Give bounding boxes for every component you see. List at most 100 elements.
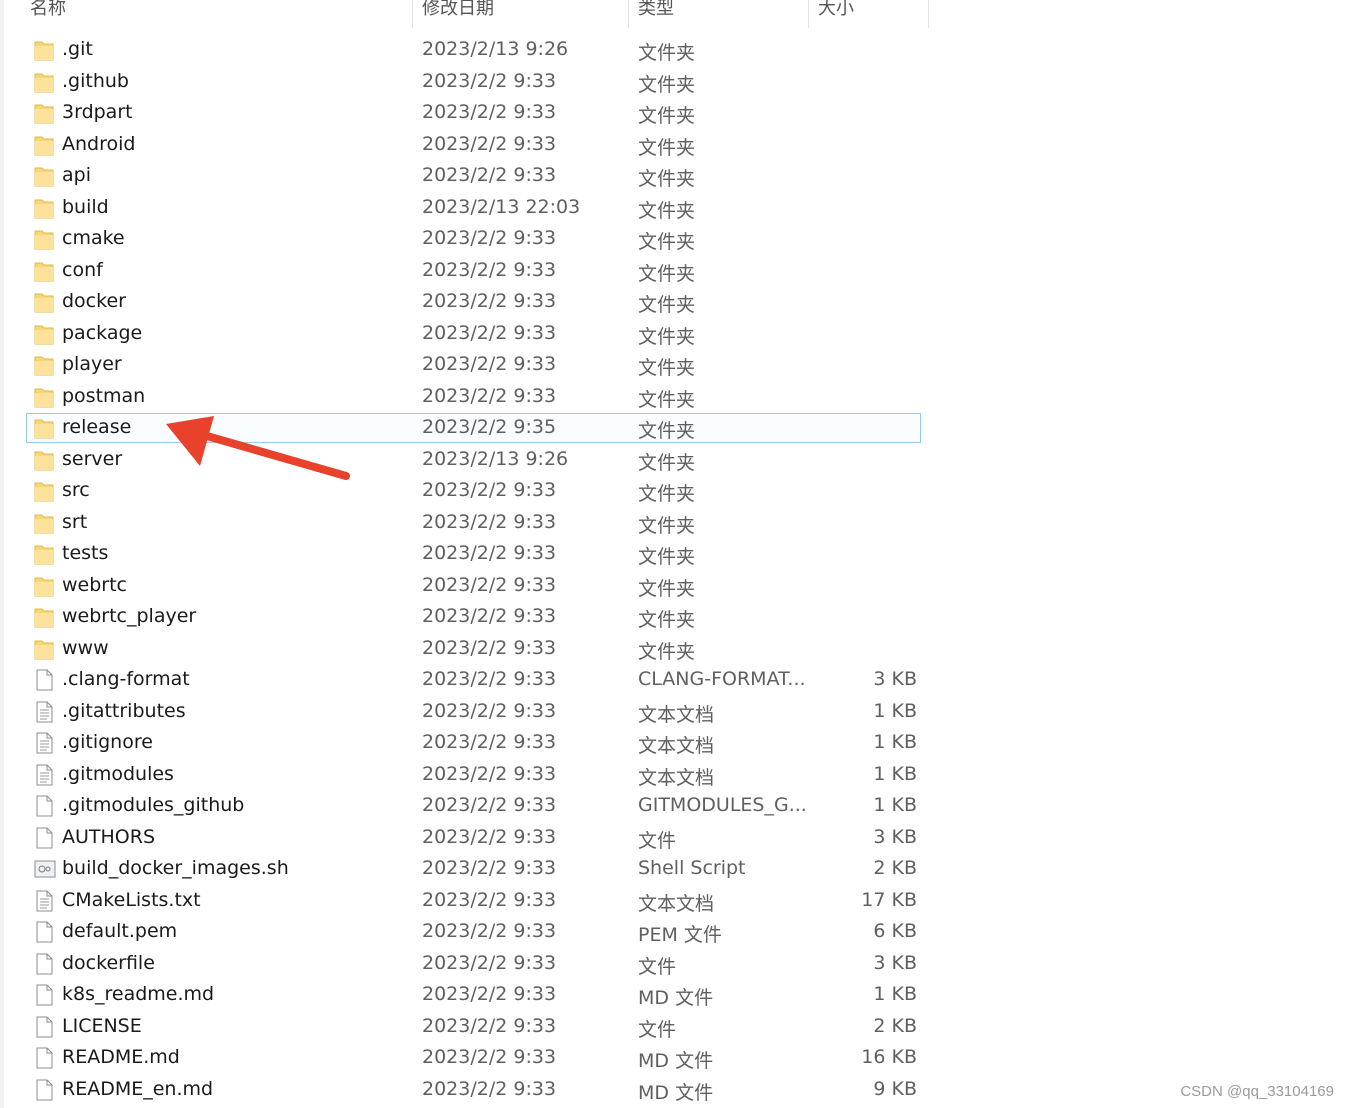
file-row[interactable]: Android 2023/2/2 9:33 文件夹: [0, 130, 1350, 162]
file-modified-date: 2023/2/2 9:33: [422, 132, 557, 155]
file-row[interactable]: cmake 2023/2/2 9:33 文件夹: [0, 224, 1350, 256]
file-row[interactable]: default.pem 2023/2/2 9:33 PEM 文件 6 KB: [0, 917, 1350, 949]
text-file-icon: [34, 764, 54, 786]
folder-icon: [34, 71, 54, 93]
file-row[interactable]: build_docker_images.sh 2023/2/2 9:33 Shell…: [0, 854, 1350, 886]
file-row[interactable]: api 2023/2/2 9:33 文件夹: [0, 161, 1350, 193]
file-row[interactable]: LICENSE 2023/2/2 9:33 文件 2 KB: [0, 1012, 1350, 1044]
file-row[interactable]: tests 2023/2/2 9:33 文件夹: [0, 539, 1350, 571]
file-row[interactable]: webrtc_player 2023/2/2 9:33 文件夹: [0, 602, 1350, 634]
file-modified-date: 2023/2/2 9:33: [422, 1046, 557, 1068]
file-type: 文本文档: [638, 892, 715, 915]
file-type: 文件夹: [638, 199, 696, 222]
file-row[interactable]: .gitignore 2023/2/2 9:33 文本文档 1 KB: [0, 728, 1350, 760]
file-row[interactable]: CMakeLists.txt 2023/2/2 9:33 文本文档 17 KB: [0, 886, 1350, 918]
folder-icon: [34, 228, 54, 250]
file-row[interactable]: .git 2023/2/13 9:26 文件夹: [0, 35, 1350, 67]
file-row[interactable]: 3rdpart 2023/2/2 9:33 文件夹: [0, 98, 1350, 130]
file-icon: [34, 921, 54, 943]
column-header-date[interactable]: 修改日期: [422, 0, 494, 20]
file-name: k8s_readme.md: [62, 983, 215, 1005]
file-modified-date: 2023/2/2 9:33: [422, 605, 557, 627]
file-type: 文件夹: [638, 514, 696, 537]
file-modified-date: 2023/2/2 9:33: [422, 762, 557, 785]
file-modified-date: 2023/2/2 9:33: [422, 290, 557, 312]
file-row[interactable]: dockerfile 2023/2/2 9:33 文件 3 KB: [0, 949, 1350, 981]
file-icon: [34, 795, 54, 817]
column-header-type[interactable]: 类型: [638, 0, 674, 20]
file-row[interactable]: conf 2023/2/2 9:33 文件夹: [0, 256, 1350, 288]
file-size: 6 KB: [873, 920, 917, 942]
file-modified-date: 2023/2/2 9:33: [422, 636, 557, 659]
file-name: build: [62, 195, 109, 218]
file-type: 文件夹: [638, 357, 696, 379]
file-row[interactable]: srt 2023/2/2 9:33 文件夹: [0, 508, 1350, 540]
file-row[interactable]: docker 2023/2/2 9:33 文件夹: [0, 287, 1350, 319]
file-icon: [34, 669, 54, 691]
file-type: PEM 文件: [638, 924, 722, 946]
file-modified-date: 2023/2/2 9:33: [422, 1077, 557, 1100]
file-modified-date: 2023/2/13 9:26: [422, 447, 569, 470]
column-header-name[interactable]: 名称: [30, 0, 66, 20]
file-type: 文本文档: [638, 703, 715, 726]
file-type: 文件夹: [638, 73, 696, 96]
file-size: 2 KB: [873, 857, 917, 879]
folder-icon: [34, 512, 54, 534]
file-list: .git 2023/2/13 9:26 文件夹 .github 2023/2/2 9:3…: [0, 35, 1350, 1106]
file-row[interactable]: .clang-format 2023/2/2 9:33 CLANG-FORMAT..…: [0, 665, 1350, 697]
file-row[interactable]: AUTHORS 2023/2/2 9:33 文件 3 KB: [0, 823, 1350, 855]
file-type: 文件夹: [638, 231, 696, 253]
red-arrow-annotation: [166, 416, 350, 480]
column-header-size[interactable]: 大小: [818, 0, 854, 20]
file-row[interactable]: build 2023/2/13 22:03 文件夹: [0, 193, 1350, 225]
script-file-icon: [34, 858, 56, 880]
file-row[interactable]: .gitmodules 2023/2/2 9:33 文本文档 1 KB: [0, 760, 1350, 792]
file-size: 3 KB: [873, 668, 917, 690]
column-divider[interactable]: [928, 0, 929, 28]
file-name: .gitattributes: [62, 699, 186, 722]
text-file-icon: [34, 890, 54, 912]
file-row[interactable]: .gitattributes 2023/2/2 9:33 文本文档 1 KB: [0, 697, 1350, 729]
column-divider[interactable]: [808, 0, 809, 28]
file-row[interactable]: player 2023/2/2 9:33 文件夹: [0, 350, 1350, 382]
file-row[interactable]: postman 2023/2/2 9:33 文件夹: [0, 382, 1350, 414]
folder-icon: [34, 543, 54, 565]
file-type: CLANG-FORMAT...: [638, 668, 806, 690]
file-row[interactable]: README.md 2023/2/2 9:33 MD 文件 16 KB: [0, 1043, 1350, 1075]
file-size: 3 KB: [873, 951, 917, 974]
file-name: default.pem: [62, 920, 178, 942]
file-icon: [34, 984, 54, 1006]
file-type: 文件夹: [638, 262, 696, 285]
file-row[interactable]: README_en.md 2023/2/2 9:33 MD 文件 9 KB: [0, 1075, 1350, 1107]
file-type: 文件夹: [638, 546, 696, 568]
file-modified-date: 2023/2/13 9:26: [422, 38, 569, 60]
file-type: 文件夹: [638, 609, 696, 631]
file-name: player: [62, 353, 122, 375]
file-name: conf: [62, 258, 103, 281]
file-type: 文件夹: [638, 294, 696, 316]
file-name: CMakeLists.txt: [62, 888, 201, 911]
file-name: docker: [62, 290, 126, 312]
folder-icon: [34, 354, 54, 376]
folder-icon: [34, 39, 54, 61]
file-modified-date: 2023/2/2 9:33: [422, 510, 557, 533]
file-type: 文件夹: [638, 136, 696, 159]
file-row[interactable]: .github 2023/2/2 9:33 文件夹: [0, 67, 1350, 99]
file-row[interactable]: www 2023/2/2 9:33 文件夹: [0, 634, 1350, 666]
file-name: cmake: [62, 227, 125, 249]
file-row[interactable]: .gitmodules_github 2023/2/2 9:33 GITMODULE…: [0, 791, 1350, 823]
file-modified-date: 2023/2/2 9:33: [422, 227, 557, 249]
text-file-icon: [34, 701, 54, 723]
file-size: 1 KB: [873, 731, 917, 753]
file-row[interactable]: k8s_readme.md 2023/2/2 9:33 MD 文件 1 KB: [0, 980, 1350, 1012]
file-type: 文件夹: [638, 483, 696, 505]
file-modified-date: 2023/2/2 9:33: [422, 983, 557, 1005]
column-divider[interactable]: [412, 0, 413, 28]
file-modified-date: 2023/2/2 9:35: [422, 416, 557, 438]
folder-icon: [34, 260, 54, 282]
file-modified-date: 2023/2/13 22:03: [422, 195, 581, 218]
file-row[interactable]: package 2023/2/2 9:33 文件夹: [0, 319, 1350, 351]
column-divider[interactable]: [628, 0, 629, 28]
file-modified-date: 2023/2/2 9:33: [422, 384, 557, 407]
file-row[interactable]: webrtc 2023/2/2 9:33 文件夹: [0, 571, 1350, 603]
